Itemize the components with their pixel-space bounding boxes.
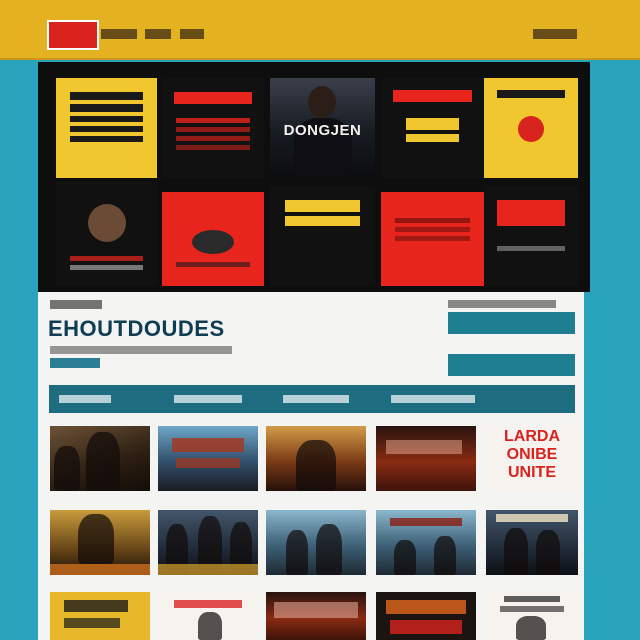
header-right-link[interactable] (533, 29, 577, 39)
poster-title-block (500, 606, 564, 612)
movie-poster[interactable] (50, 426, 150, 491)
poster-8-lettering (284, 200, 361, 230)
tab-4[interactable] (391, 395, 475, 403)
featured-poster-5[interactable] (484, 78, 578, 178)
tab-1[interactable] (59, 395, 111, 403)
poster-6-lettering (70, 256, 143, 274)
poster-title-block (274, 602, 358, 618)
category-tabs (49, 385, 575, 413)
poster-2-lettering (176, 118, 250, 154)
movie-poster[interactable] (486, 592, 578, 640)
featured-poster-10[interactable] (484, 186, 578, 286)
poster-figure (504, 528, 528, 575)
movie-poster[interactable] (158, 426, 258, 491)
poster-7-lettering (176, 262, 250, 271)
sidebar-label (448, 300, 556, 308)
site-header (0, 0, 640, 60)
poster-title-block (386, 600, 466, 614)
poster-3-title: DONGJEN (283, 122, 362, 139)
poster-figure (286, 530, 308, 575)
movie-poster[interactable] (50, 592, 150, 640)
poster-figure (516, 616, 546, 640)
movie-poster[interactable] (158, 510, 258, 575)
poster-title-block (64, 600, 128, 612)
poster-figure (54, 446, 80, 491)
poster-title-block (172, 438, 244, 452)
poster-6-face (88, 204, 126, 242)
page-subtitle (50, 346, 232, 354)
poster-title: LARDA ONIBE UNITE (504, 428, 560, 481)
poster-2-banner (174, 92, 252, 104)
poster-title-block (176, 458, 240, 468)
featured-poster-2[interactable] (162, 78, 264, 178)
poster-figure (296, 440, 336, 491)
tab-2[interactable] (174, 395, 242, 403)
poster-5-lettering (497, 90, 565, 102)
poster-title-block (504, 596, 560, 602)
poster-4-lettering (405, 118, 460, 146)
poster-figure (198, 612, 222, 640)
poster-figure (434, 536, 456, 575)
poster-1-lettering (70, 92, 143, 146)
poster-5-emblem (518, 116, 544, 142)
poster-9-lettering (395, 218, 470, 245)
nav-link-2[interactable] (145, 29, 171, 39)
featured-posters-band: DONGJEN (38, 62, 590, 292)
movie-poster[interactable] (158, 592, 258, 640)
poster-figure (86, 432, 120, 491)
movie-poster[interactable] (266, 426, 366, 491)
movie-poster[interactable]: LARDA ONIBE UNITE (486, 426, 578, 491)
tab-3[interactable] (283, 395, 349, 403)
featured-poster-9[interactable] (381, 192, 484, 286)
featured-poster-1[interactable] (56, 78, 157, 178)
movie-poster[interactable] (266, 592, 366, 640)
featured-poster-8[interactable] (270, 186, 375, 286)
poster-title-block (174, 600, 242, 608)
movie-poster[interactable] (50, 510, 150, 575)
poster-3-face (308, 86, 336, 118)
sidebar-input[interactable] (448, 312, 575, 334)
poster-10-banner (497, 200, 565, 226)
movie-poster[interactable] (376, 592, 476, 640)
poster-figure (394, 540, 416, 575)
category-tag[interactable] (50, 358, 100, 368)
section-kicker (50, 300, 102, 309)
poster-10-lettering (497, 246, 565, 255)
poster-4-banner (393, 90, 472, 102)
poster-figure (316, 524, 342, 575)
poster-title-block (390, 518, 462, 526)
movie-poster[interactable] (376, 426, 476, 491)
poster-title-block (496, 514, 568, 522)
poster-7-emblem (192, 230, 234, 254)
page-title: EHOUTDOUDES (48, 316, 225, 341)
movie-poster[interactable] (376, 510, 476, 575)
featured-poster-4[interactable] (381, 78, 484, 178)
site-logo[interactable] (47, 20, 99, 50)
featured-poster-7[interactable] (162, 192, 264, 286)
nav-link-3[interactable] (180, 29, 204, 39)
poster-figure (78, 514, 114, 564)
nav-link-1[interactable] (101, 29, 137, 39)
movie-poster[interactable] (266, 510, 366, 575)
poster-title-block (390, 620, 462, 634)
poster-title-block (386, 440, 462, 454)
featured-poster-3[interactable]: DONGJEN (270, 78, 375, 178)
movie-poster[interactable] (486, 510, 578, 575)
poster-figure (536, 530, 560, 575)
sidebar-button[interactable] (448, 354, 575, 376)
featured-poster-6[interactable] (56, 182, 157, 286)
poster-title-strip (50, 564, 150, 575)
poster-title-block (64, 618, 120, 628)
poster-title-strip (158, 564, 258, 575)
